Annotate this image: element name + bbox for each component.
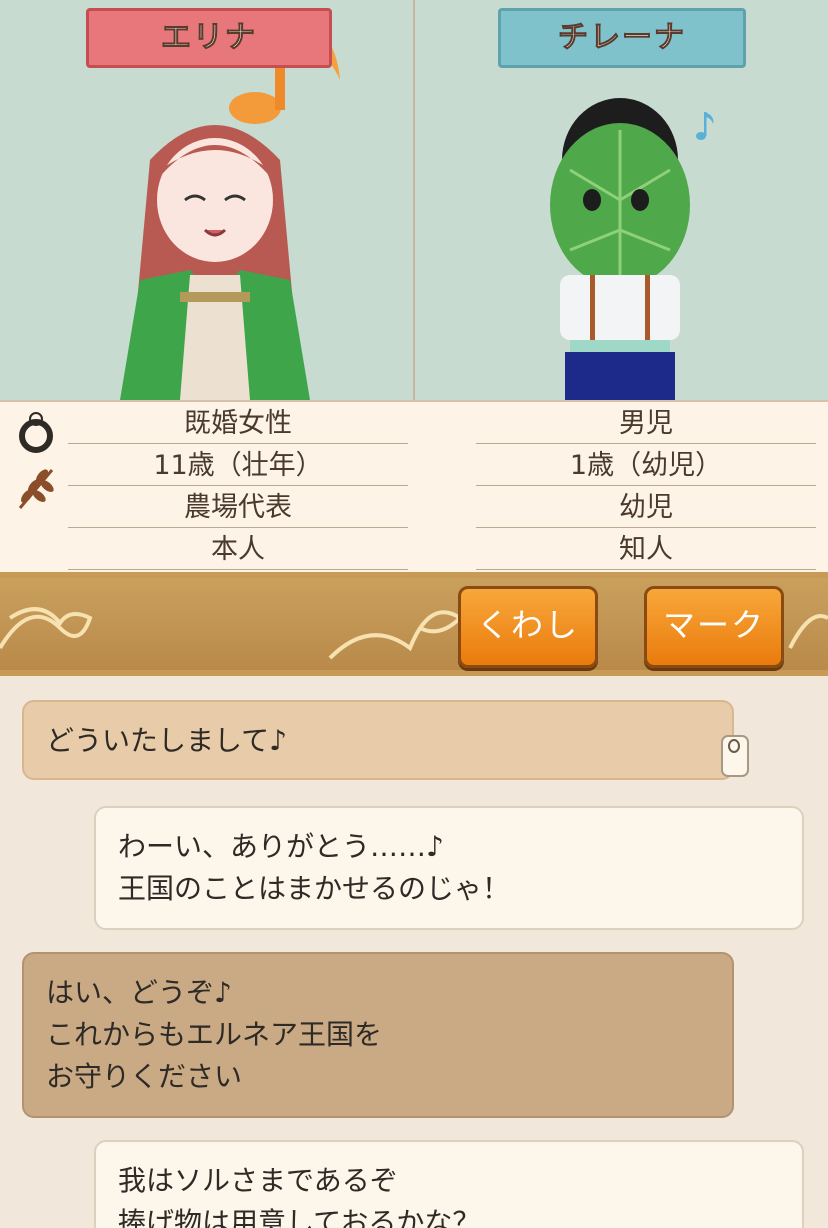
- right-info-status: 男児: [476, 402, 816, 444]
- right-character-avatar[interactable]: [540, 90, 700, 400]
- chat-message: 我はソルさまであるぞ 捧げ物は用意しておるかな？: [94, 1140, 804, 1228]
- chat-message-line: 我はソルさまであるぞ: [118, 1164, 398, 1197]
- right-character-info: 男児 1歳（幼児） 幼児 知人: [476, 402, 816, 570]
- left-info-age: 11歳（壮年）: [68, 444, 408, 486]
- chat-message-line: どういたしまして♪: [46, 724, 288, 757]
- character-info-panel: 既婚女性 11歳（壮年） 農場代表 本人 男児 1歳（幼児） 幼児 知人: [0, 400, 828, 574]
- speech-icon: [721, 735, 749, 777]
- left-character-nameplate: エリナ: [86, 8, 332, 68]
- left-character-avatar[interactable]: [110, 100, 320, 400]
- left-info-relation: 本人: [68, 528, 408, 570]
- mark-button[interactable]: マーク: [644, 586, 784, 668]
- right-info-age: 1歳（幼児）: [476, 444, 816, 486]
- right-info-relation: 知人: [476, 528, 816, 570]
- character-stage: エリナ チレーナ: [0, 0, 828, 572]
- ring-icon: [19, 412, 53, 453]
- chat-message-line: わーい、ありがとう……♪: [118, 830, 444, 863]
- chat-log[interactable]: どういたしまして♪ わーい、ありがとう……♪ 王国のことはまかせるのじゃ！ はい…: [0, 676, 828, 1228]
- details-button[interactable]: くわしく: [458, 586, 598, 716]
- chat-message-line: 捧げ物は用意しておるかな？: [118, 1206, 481, 1228]
- chat-message: はい、どうぞ♪ これからもエルネア王国を お守りください: [22, 952, 734, 1118]
- left-character-info: 既婚女性 11歳（壮年） 農場代表 本人: [68, 402, 408, 570]
- chat-message-line: はい、どうぞ♪: [46, 976, 232, 1009]
- left-info-status: 既婚女性: [68, 402, 408, 444]
- right-character-nameplate: チレーナ: [498, 8, 746, 68]
- chat-message-line: お守りください: [46, 1060, 243, 1093]
- music-note-icon: [696, 112, 714, 140]
- chat-message: どういたしまして♪: [22, 700, 734, 780]
- wheat-icon: [18, 469, 54, 509]
- chat-message-line: これからもエルネア王国を: [46, 1018, 383, 1051]
- right-info-role: 幼児: [476, 486, 816, 528]
- left-info-role: 農場代表: [68, 486, 408, 528]
- chat-message-line: 王国のことはまかせるのじゃ！: [118, 872, 511, 905]
- chat-message: わーい、ありがとう……♪ 王国のことはまかせるのじゃ！: [94, 806, 804, 930]
